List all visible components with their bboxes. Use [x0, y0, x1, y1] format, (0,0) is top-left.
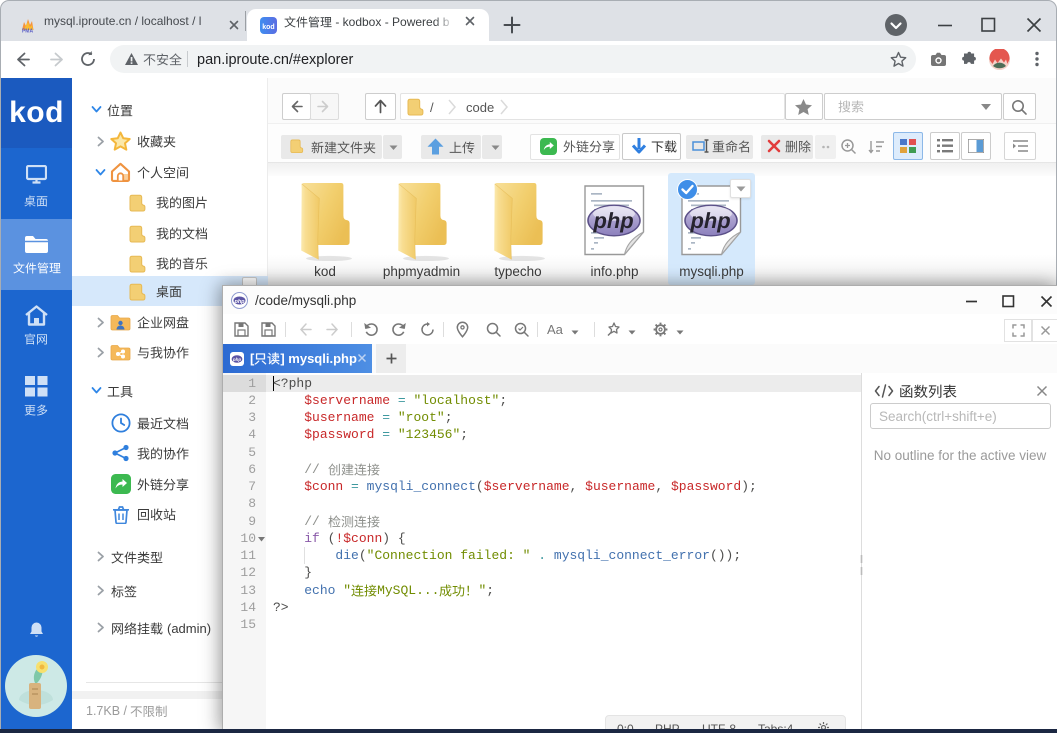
- svg-text:kod: kod: [262, 24, 274, 31]
- svg-text:php: php: [232, 357, 241, 362]
- svg-text:PMA: PMA: [22, 29, 34, 34]
- svg-text:php: php: [233, 299, 245, 305]
